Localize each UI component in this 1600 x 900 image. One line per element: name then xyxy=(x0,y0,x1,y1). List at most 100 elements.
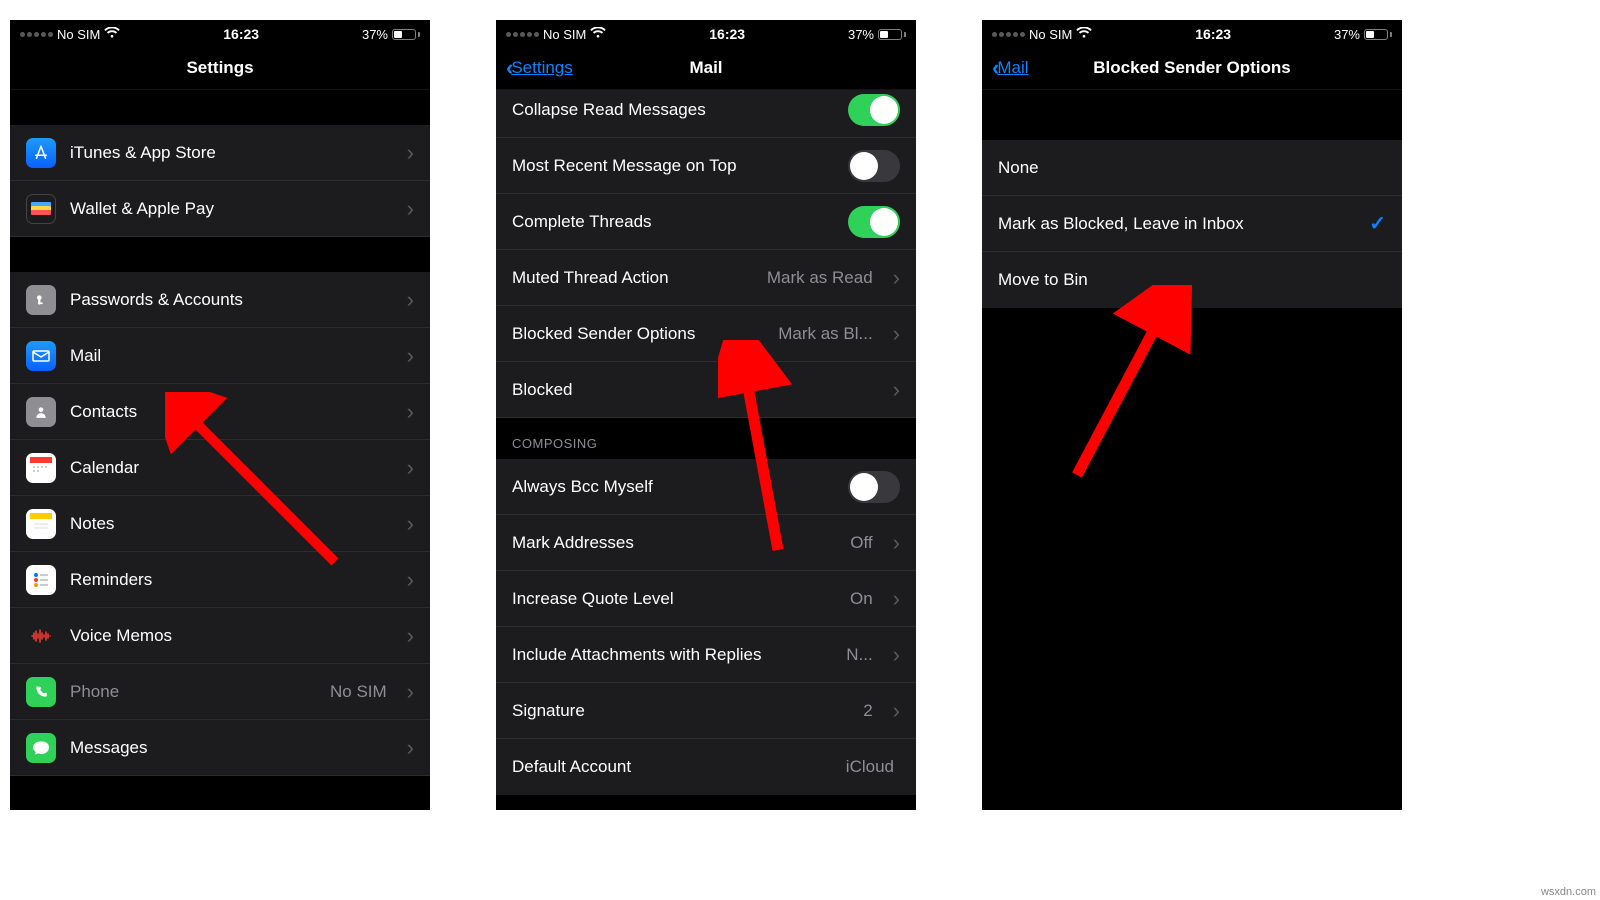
nav-bar: ‹ Mail Blocked Sender Options xyxy=(982,46,1402,90)
row-value: On xyxy=(850,589,873,609)
row-collapse-read[interactable]: Collapse Read Messages xyxy=(496,90,916,138)
chevron-right-icon: › xyxy=(407,399,414,425)
battery-percent: 37% xyxy=(1334,27,1360,42)
row-contacts[interactable]: Contacts › xyxy=(10,384,430,440)
clock-label: 16:23 xyxy=(1195,26,1231,42)
row-value: 2 xyxy=(863,701,872,721)
row-label: Blocked Sender Options xyxy=(512,324,764,344)
section-header-composing: COMPOSING xyxy=(496,418,916,459)
status-bar: No SIM 16:23 37% xyxy=(982,20,1402,46)
row-messages[interactable]: Messages › xyxy=(10,720,430,776)
row-label: Mark as Blocked, Leave in Inbox xyxy=(998,214,1355,234)
chevron-right-icon: › xyxy=(893,586,900,612)
row-wallet[interactable]: Wallet & Apple Pay › xyxy=(10,181,430,237)
chevron-right-icon: › xyxy=(407,196,414,222)
row-label: Include Attachments with Replies xyxy=(512,645,832,665)
chevron-right-icon: › xyxy=(893,530,900,556)
chevron-right-icon: › xyxy=(893,377,900,403)
row-value: Mark as Bl... xyxy=(778,324,872,344)
carrier-label: No SIM xyxy=(1029,27,1072,42)
chevron-right-icon: › xyxy=(407,567,414,593)
row-option-move-bin[interactable]: Move to Bin xyxy=(982,252,1402,308)
row-label: Move to Bin xyxy=(998,270,1386,290)
row-mark-addresses[interactable]: Mark Addresses Off › xyxy=(496,515,916,571)
chevron-right-icon: › xyxy=(893,321,900,347)
row-include-attachments[interactable]: Include Attachments with Replies N... › xyxy=(496,627,916,683)
checkmark-icon: ✓ xyxy=(1369,211,1386,236)
battery-percent: 37% xyxy=(848,27,874,42)
row-phone[interactable]: Phone No SIM › xyxy=(10,664,430,720)
carrier-label: No SIM xyxy=(543,27,586,42)
row-option-none[interactable]: None xyxy=(982,140,1402,196)
wallet-icon xyxy=(26,194,56,224)
battery-icon xyxy=(392,29,420,40)
row-label: Blocked xyxy=(512,380,879,400)
appstore-icon xyxy=(26,138,56,168)
row-label: Collapse Read Messages xyxy=(512,100,834,120)
row-complete-threads[interactable]: Complete Threads xyxy=(496,194,916,250)
reminders-icon xyxy=(26,565,56,595)
row-default-account[interactable]: Default Account iCloud xyxy=(496,739,916,795)
row-voice-memos[interactable]: Voice Memos › xyxy=(10,608,430,664)
wifi-icon xyxy=(1076,27,1092,42)
toggle-complete-threads[interactable] xyxy=(848,206,900,238)
chevron-right-icon: › xyxy=(407,679,414,705)
signal-dots-icon xyxy=(992,32,1025,37)
battery-icon xyxy=(1364,29,1392,40)
calendar-icon xyxy=(26,453,56,483)
row-label: Notes xyxy=(70,514,393,534)
row-label: iTunes & App Store xyxy=(70,143,393,163)
chevron-right-icon: › xyxy=(893,265,900,291)
row-mail[interactable]: Mail › xyxy=(10,328,430,384)
row-blocked[interactable]: Blocked › xyxy=(496,362,916,418)
messages-icon xyxy=(26,733,56,763)
carrier-label: No SIM xyxy=(57,27,100,42)
back-button[interactable]: ‹ Settings xyxy=(506,55,573,81)
row-label: Most Recent Message on Top xyxy=(512,156,834,176)
row-reminders[interactable]: Reminders › xyxy=(10,552,430,608)
wifi-icon xyxy=(590,27,606,42)
signal-dots-icon xyxy=(506,32,539,37)
phone-mail-settings: No SIM 16:23 37% ‹ Settings Mail Collaps… xyxy=(496,20,916,810)
row-value: N... xyxy=(846,645,872,665)
row-label: Phone xyxy=(70,682,316,702)
chevron-right-icon: › xyxy=(893,698,900,724)
nav-title: Settings xyxy=(186,58,253,78)
battery-percent: 37% xyxy=(362,27,388,42)
toggle-recent-top[interactable] xyxy=(848,150,900,182)
row-label: Increase Quote Level xyxy=(512,589,836,609)
row-blocked-sender-options[interactable]: Blocked Sender Options Mark as Bl... › xyxy=(496,306,916,362)
chevron-right-icon: › xyxy=(407,287,414,313)
nav-bar: ‹ Settings Mail xyxy=(496,46,916,90)
row-notes[interactable]: Notes › xyxy=(10,496,430,552)
row-option-mark-leave[interactable]: Mark as Blocked, Leave in Inbox ✓ xyxy=(982,196,1402,252)
contacts-icon xyxy=(26,397,56,427)
row-itunes-app-store[interactable]: iTunes & App Store › xyxy=(10,125,430,181)
row-value: Mark as Read xyxy=(767,268,873,288)
row-label: Signature xyxy=(512,701,849,721)
clock-label: 16:23 xyxy=(709,26,745,42)
row-calendar[interactable]: Calendar › xyxy=(10,440,430,496)
toggle-always-bcc[interactable] xyxy=(848,471,900,503)
toggle-collapse-read[interactable] xyxy=(848,94,900,126)
row-label: Default Account xyxy=(512,757,832,777)
chevron-right-icon: › xyxy=(407,455,414,481)
clock-label: 16:23 xyxy=(223,26,259,42)
status-bar: No SIM 16:23 37% xyxy=(496,20,916,46)
row-always-bcc[interactable]: Always Bcc Myself xyxy=(496,459,916,515)
phone-icon xyxy=(26,677,56,707)
row-label: Calendar xyxy=(70,458,393,478)
back-button[interactable]: ‹ Mail xyxy=(992,55,1029,81)
chevron-right-icon: › xyxy=(407,623,414,649)
back-label: Settings xyxy=(511,58,572,78)
status-bar: No SIM 16:23 37% xyxy=(10,20,430,46)
voicememos-icon xyxy=(26,621,56,651)
row-value: iCloud xyxy=(846,757,894,777)
row-value: No SIM xyxy=(330,682,387,702)
row-increase-quote[interactable]: Increase Quote Level On › xyxy=(496,571,916,627)
row-signature[interactable]: Signature 2 › xyxy=(496,683,916,739)
row-recent-top[interactable]: Most Recent Message on Top xyxy=(496,138,916,194)
row-muted-action[interactable]: Muted Thread Action Mark as Read › xyxy=(496,250,916,306)
row-label: Wallet & Apple Pay xyxy=(70,199,393,219)
row-passwords[interactable]: Passwords & Accounts › xyxy=(10,272,430,328)
